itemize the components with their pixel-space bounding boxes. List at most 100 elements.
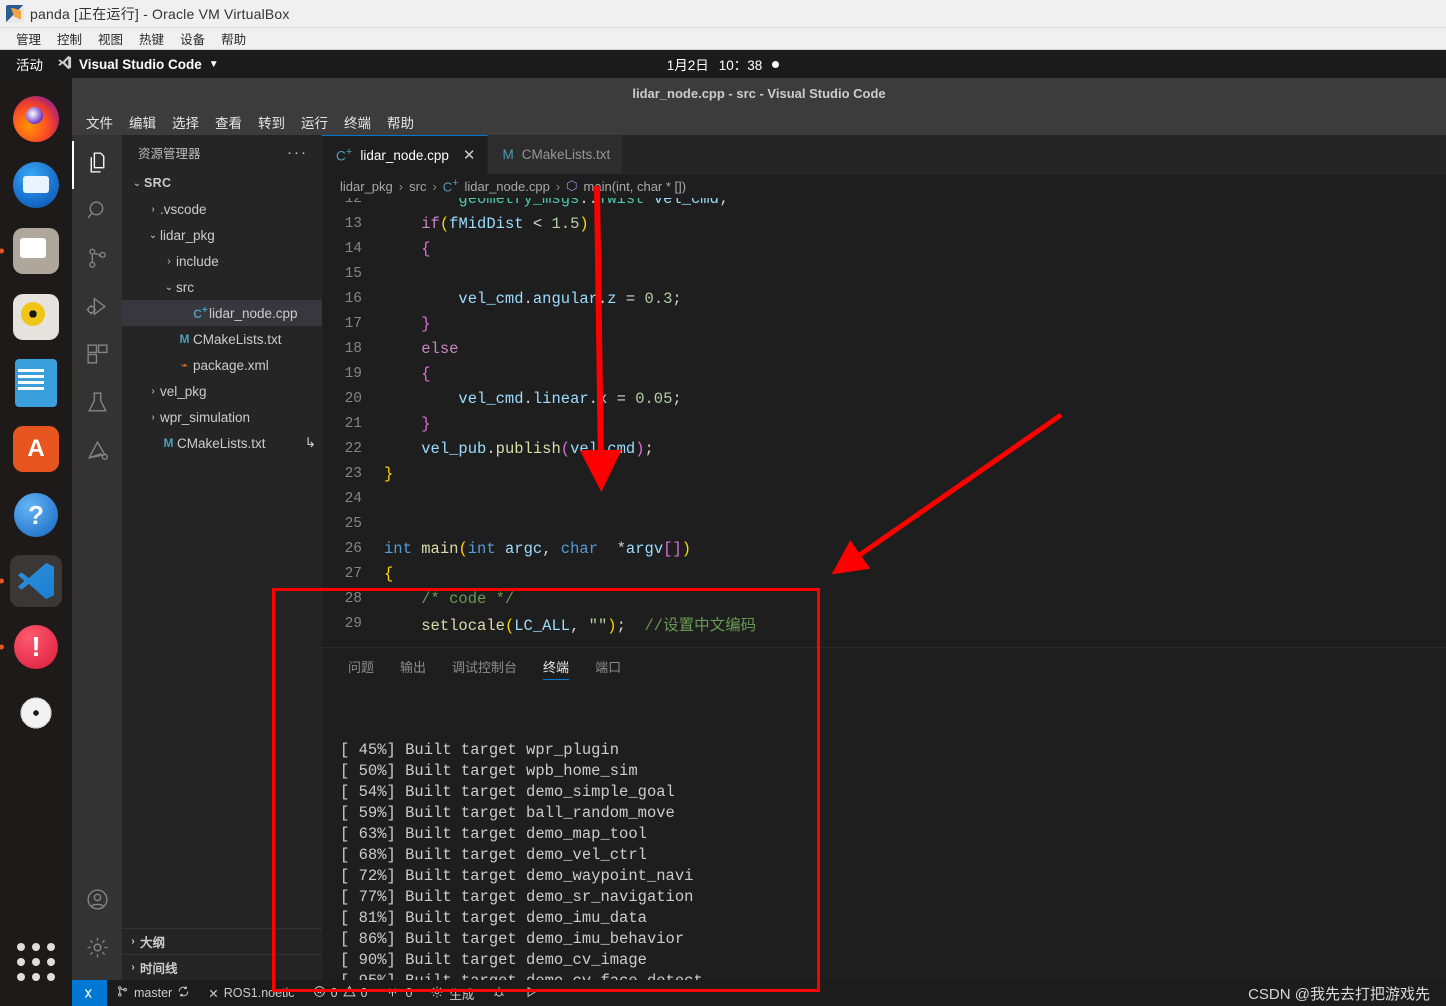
panel-tab-output[interactable]: 输出	[400, 648, 426, 684]
panel-tab-debug-console[interactable]: 调试控制台	[452, 648, 517, 684]
menu-edit[interactable]: 编辑	[121, 110, 164, 134]
activity-testing[interactable]	[72, 381, 122, 429]
vbox-menu-hotkey[interactable]: 热键	[131, 29, 172, 48]
menu-run[interactable]: 运行	[293, 110, 336, 134]
dock-item-libreoffice-writer[interactable]	[10, 357, 62, 409]
status-radio[interactable]: 0	[376, 980, 421, 1006]
gnome-clock[interactable]: 1月2日 10：38	[593, 54, 853, 74]
activity-extensions[interactable]	[72, 333, 122, 381]
activity-account[interactable]	[72, 878, 122, 926]
vbox-menu-help[interactable]: 帮助	[213, 29, 254, 48]
menu-help[interactable]: 帮助	[379, 110, 422, 134]
tree-item-src[interactable]: ⌄ src	[122, 274, 322, 300]
sidebar-section-outline[interactable]: › 大纲	[122, 928, 322, 954]
tree-item--vscode[interactable]: › .vscode	[122, 196, 322, 222]
breadcrumb-item-src[interactable]: src	[409, 179, 426, 194]
branch-name: master	[134, 986, 173, 1000]
code-line: 22 vel_pub.publish(vel_cmd);	[322, 436, 1446, 461]
code-line: 23}	[322, 461, 1446, 486]
dock-item-firefox[interactable]	[10, 93, 62, 145]
tree-item-package-xml[interactable]: ⌁ package.xml	[122, 352, 322, 378]
cpp-file-icon: C+	[442, 177, 459, 195]
line-content: /* code */	[421, 589, 515, 608]
show-applications-button[interactable]	[10, 936, 62, 988]
breadcrumb-item-file[interactable]: lidar_node.cpp	[465, 179, 550, 194]
explorer-sidebar: 资源管理器 ··· ⌄ SRC › .vscode ⌄ lidar_pkg › inclu…	[122, 135, 322, 980]
sidebar-section-timeline[interactable]: › 时间线	[122, 954, 322, 980]
vbox-menu-devices[interactable]: 设备	[172, 29, 213, 48]
dock-item-rhythmbox[interactable]	[10, 291, 62, 343]
status-build[interactable]: 生成	[421, 980, 483, 1006]
menu-select[interactable]: 选择	[164, 110, 207, 134]
vscode-body: 资源管理器 ··· ⌄ SRC › .vscode ⌄ lidar_pkg › inclu…	[72, 135, 1446, 980]
dock-item-thunderbird[interactable]	[10, 159, 62, 211]
activity-source-control[interactable]	[72, 237, 122, 285]
close-icon[interactable]: ✕	[463, 146, 476, 164]
radio-count: 0	[405, 986, 413, 1000]
line-content: }	[421, 314, 431, 333]
status-ros[interactable]: ✕ ROS1.noetic	[199, 980, 303, 1006]
vbox-menu-view[interactable]: 视图	[90, 29, 131, 48]
tree-item-cmakelists-txt[interactable]: M CMakeLists.txt	[122, 326, 322, 352]
code-line: 19 {	[322, 361, 1446, 386]
code-line: 18 else	[322, 336, 1446, 361]
dock-item-help[interactable]: ?	[10, 489, 62, 541]
activity-manage[interactable]	[72, 926, 122, 974]
activity-explorer[interactable]	[72, 141, 122, 189]
breadcrumb-item-symbol[interactable]: main(int, char * [])	[584, 179, 687, 194]
tree-item-vel-pkg[interactable]: › vel_pkg	[122, 378, 322, 404]
more-actions-icon[interactable]: ···	[287, 144, 308, 161]
status-run[interactable]	[515, 980, 547, 1006]
terminal-line: [ 63%] Built target demo_map_tool	[340, 825, 647, 843]
activity-run-debug[interactable]	[72, 285, 122, 333]
status-debug[interactable]	[483, 980, 515, 1006]
panel-tab-terminal[interactable]: 终端	[543, 648, 570, 684]
vscode-menubar[interactable]: 文件 编辑 选择 查看 转到 运行 终端 帮助	[72, 108, 1446, 135]
remote-window-button[interactable]	[72, 980, 107, 1006]
gnome-app-menu[interactable]: Visual Studio Code ▼	[57, 55, 219, 73]
sidebar-title: 资源管理器	[138, 147, 201, 161]
tree-item-lidar-pkg[interactable]: ⌄ lidar_pkg	[122, 222, 322, 248]
vbox-menu-control[interactable]: 控制	[49, 29, 90, 48]
dock-item-ubuntu-software[interactable]: A	[10, 423, 62, 475]
panel-tab-ports[interactable]: 端口	[595, 648, 621, 684]
panel-tab-problems[interactable]: 问题	[348, 648, 374, 684]
code-line: 26 int main(int argc, char *argv[])	[322, 536, 1446, 561]
breadcrumb[interactable]: lidar_pkg › src › C+ lidar_node.cpp › ⬡ …	[322, 174, 1446, 198]
tree-item-wpr-simulation[interactable]: › wpr_simulation	[122, 404, 322, 430]
grid-dot-icon	[17, 943, 25, 951]
status-problems[interactable]: 0 0	[304, 980, 377, 1006]
breadcrumb-item-lidar-pkg[interactable]: lidar_pkg	[340, 179, 393, 194]
code-line: 28 /* code */	[322, 586, 1446, 611]
dock-item-vscode[interactable]	[10, 555, 62, 607]
tree-root-src[interactable]: ⌄ SRC	[122, 170, 322, 196]
file-tree[interactable]: ⌄ SRC › .vscode ⌄ lidar_pkg › include ⌄ src C+ li…	[122, 170, 322, 928]
tree-item-label: .vscode	[160, 201, 207, 217]
virtualbox-menubar[interactable]: 管理 控制 视图 热键 设备 帮助	[0, 28, 1446, 50]
menu-terminal[interactable]: 终端	[336, 110, 379, 134]
tree-item-include[interactable]: › include	[122, 248, 322, 274]
ros-status-label: ROS1.noetic	[223, 986, 295, 1000]
tree-item-lidar-node-cpp[interactable]: C+ lidar_node.cpp	[122, 300, 322, 326]
status-branch[interactable]: master	[107, 980, 199, 1006]
bottom-panel: 问题 输出 调试控制台 终端 端口 [ 45%] Built target wp…	[322, 647, 1446, 980]
warning-count: 0	[360, 986, 368, 1000]
tab-lidar-node-cpp[interactable]: C+ lidar_node.cpp ✕	[322, 135, 489, 174]
dock-item-disc[interactable]	[10, 687, 62, 739]
terminal-line: [ 77%] Built target demo_sr_navigation	[340, 888, 694, 906]
terminal-lines: [ 45%] Built target wpr_plugin [ 50%] Bui…	[340, 740, 1446, 980]
cd-disc-icon	[14, 691, 58, 735]
tab-cmakelists-txt[interactable]: M CMakeLists.txt	[488, 135, 624, 174]
activities-button[interactable]: 活动	[0, 54, 57, 74]
dock-item-files[interactable]	[10, 225, 62, 277]
vbox-menu-manage[interactable]: 管理	[8, 29, 49, 48]
menu-go[interactable]: 转到	[250, 110, 293, 134]
dock-item-error-report[interactable]: !	[10, 621, 62, 673]
terminal-output[interactable]: [ 45%] Built target wpr_plugin [ 50%] Bui…	[322, 684, 1446, 980]
menu-file[interactable]: 文件	[78, 110, 121, 134]
tree-item-cmakelists-txt[interactable]: M CMakeLists.txt ↳	[122, 430, 322, 456]
menu-view[interactable]: 查看	[207, 110, 250, 134]
activity-ros[interactable]	[72, 429, 122, 477]
grid-dot-icon	[47, 958, 55, 966]
activity-search[interactable]	[72, 189, 122, 237]
